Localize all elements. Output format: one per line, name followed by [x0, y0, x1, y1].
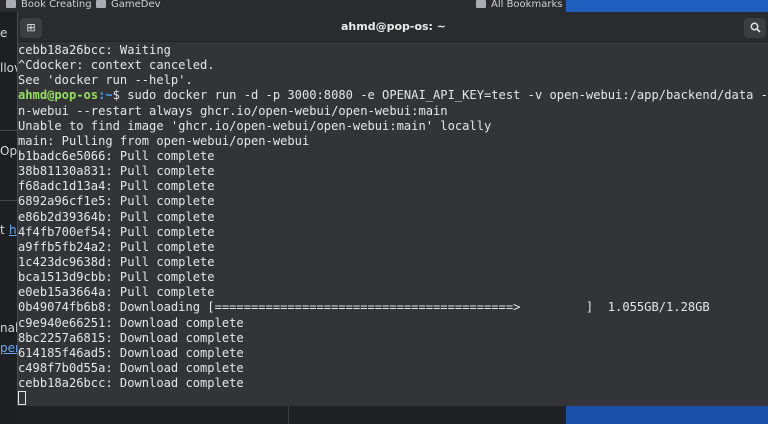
terminal-line: 38b81130a831: Pull complete	[18, 164, 215, 179]
terminal-line: cebb18a26bcc: Waiting	[18, 43, 171, 57]
terminal-line: See 'docker run --help'.	[18, 73, 193, 88]
terminal-line: bca1513d9cbb: Pull complete	[18, 270, 215, 285]
terminal-line: 4f4fb700ef54: Pull complete	[18, 224, 215, 239]
terminal-line: 1c423dc9638d: Pull complete	[18, 254, 215, 269]
background-page-edge: e llov Ope t h nal per	[0, 12, 17, 424]
bookmark-all-bookmarks[interactable]: All Bookmarks	[476, 0, 562, 11]
terminal-line: b1badc6e5066: Pull complete	[18, 148, 215, 163]
terminal-cursor	[18, 391, 26, 406]
divider	[288, 406, 289, 424]
prompt-path: :~	[98, 88, 113, 103]
terminal-line: n-webui --restart always ghcr.io/open-we…	[18, 103, 448, 118]
page-link-fragment[interactable]: per	[0, 341, 17, 355]
terminal-line: Unable to find image 'ghcr.io/open-webui…	[18, 118, 492, 133]
divider	[0, 200, 17, 201]
terminal-output[interactable]: cebb18a26bcc: Waiting ^Cdocker: context …	[18, 43, 768, 406]
terminal-line: a9ffb5fb24a2: Pull complete	[18, 239, 215, 254]
terminal-titlebar[interactable]: ⊞ ahmd@pop-os: ~	[18, 12, 768, 42]
folder-icon	[96, 0, 106, 8]
terminal-line: e86b2d39364b: Pull complete	[18, 209, 215, 224]
terminal-line: 6892a96cf1e5: Pull complete	[18, 194, 215, 209]
page-text-fragment: e	[0, 26, 8, 40]
background-window-bottom	[17, 406, 566, 424]
terminal-line: 614185f46ad5: Download complete	[18, 345, 244, 360]
terminal-line: 8bc2257a6815: Download complete	[18, 330, 244, 345]
terminal-line: main: Pulling from open-webui/open-webui	[18, 133, 310, 148]
bookmarks-bar: Book Creating GameDev All Bookmarks	[0, 0, 768, 12]
window-accent-strip	[566, 0, 768, 12]
terminal-line: ^Cdocker: context canceled.	[18, 58, 215, 73]
bookmark-label: GameDev	[111, 0, 161, 10]
terminal-line: cebb18a26bcc: Download complete	[18, 376, 244, 391]
terminal-line: c498f7b0d55a: Download complete	[18, 360, 244, 375]
bookmark-label: All Bookmarks	[491, 0, 563, 10]
bookmark-book-creating[interactable]: Book Creating	[6, 0, 92, 11]
background-blue-panel	[566, 406, 768, 424]
terminal-line: f68adc1d13a4: Pull complete	[18, 179, 215, 194]
page-text-fragment: Ope	[0, 144, 17, 158]
cursor-line	[18, 391, 768, 406]
divider	[0, 130, 17, 131]
bookmark-label: Book Creating	[21, 0, 92, 10]
prompt-symbol: $	[112, 88, 120, 103]
window-title: ahmd@pop-os: ~	[340, 20, 446, 33]
prompt-line: ahmd@pop-os:~$ sudo docker run -d -p 300…	[18, 88, 768, 103]
search-icon[interactable]	[744, 18, 766, 38]
command-text: sudo docker run -d -p 3000:8080 -e OPENA…	[119, 88, 768, 103]
page-link-fragment[interactable]: h	[9, 223, 17, 237]
terminal-line: 0b49074fb6b8: Downloading [=============…	[18, 300, 710, 315]
prompt-user-host: ahmd@pop-os	[18, 88, 99, 103]
bookmark-gamedev[interactable]: GameDev	[96, 0, 161, 11]
page-text-fragment: llov	[0, 61, 17, 75]
terminal-line: c9e940e66251: Download complete	[18, 315, 244, 330]
page-text-fragment: nal	[0, 321, 17, 335]
folder-icon	[6, 0, 16, 8]
terminal-line: e0eb15a3664a: Pull complete	[18, 285, 215, 300]
terminal-window[interactable]: ⊞ ahmd@pop-os: ~ cebb18a26bcc: Waiting ^…	[17, 12, 768, 406]
page-text-fragment: t	[0, 223, 5, 237]
folder-icon	[476, 0, 486, 8]
